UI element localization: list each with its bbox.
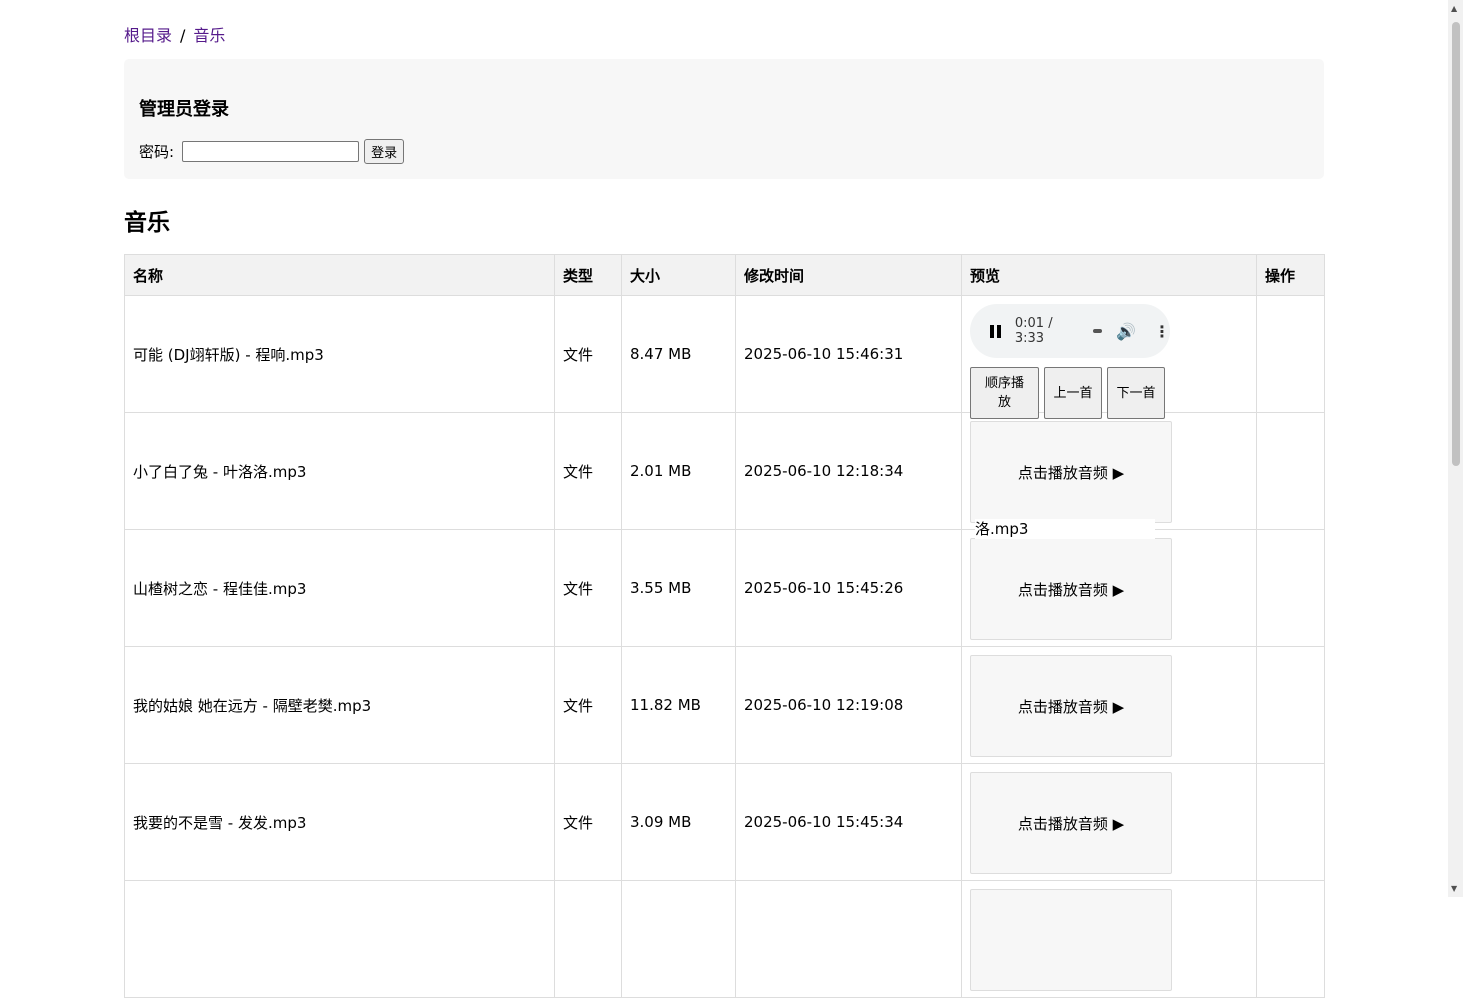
volume-icon[interactable]: 🔊 — [1116, 322, 1136, 341]
file-type: 文件 — [554, 763, 622, 881]
preview-cell: 点击播放音频 ▶ — [961, 646, 1257, 764]
file-size-partial — [621, 880, 736, 998]
play-audio-button[interactable]: 点击播放音频 ▶ — [970, 538, 1172, 640]
login-button[interactable]: 登录 — [364, 139, 405, 164]
file-type-partial — [554, 880, 622, 998]
file-type: 文件 — [554, 295, 622, 413]
column-header-type: 类型 — [554, 254, 622, 296]
breadcrumb-separator: / — [180, 26, 186, 45]
preview-cell: 点击播放音频 ▶ — [961, 529, 1257, 647]
preview-cell: 点击播放音频 ▶ — [961, 763, 1257, 881]
play-audio-button-partial[interactable] — [970, 889, 1172, 991]
actions-cell — [1256, 529, 1325, 647]
preview-cell: 点击播放音频 ▶ — [961, 412, 1257, 530]
audio-player[interactable]: 0:01 / 3:33 🔊 ⋮ — [970, 304, 1170, 358]
file-type: 文件 — [554, 412, 622, 530]
file-mtime: 2025-06-10 12:19:08 — [735, 646, 962, 764]
more-vertical-icon[interactable]: ⋮ — [1154, 322, 1170, 341]
table-row: 我的姑娘 她在远方 - 隔壁老樊.mp3 文件 11.82 MB 2025-06… — [124, 646, 1325, 764]
play-audio-button[interactable]: 点击播放音频 ▶ — [970, 655, 1172, 757]
section-title: 音乐 — [124, 210, 170, 236]
preview-cell: 0:01 / 3:33 🔊 ⋮ 顺序播放 上一首 下一首 — [961, 295, 1257, 419]
play-audio-button[interactable]: 点击播放音频 ▶ — [970, 772, 1172, 874]
file-size: 11.82 MB — [621, 646, 736, 764]
column-header-preview: 预览 — [961, 254, 1257, 296]
password-label: 密码: — [139, 143, 175, 161]
file-name-partial — [124, 880, 555, 998]
scroll-down-icon[interactable]: ▼ — [1451, 884, 1457, 893]
vertical-scrollbar[interactable]: ▲ ▼ — [1448, 0, 1463, 897]
file-type: 文件 — [554, 529, 622, 647]
progress-slider[interactable] — [1093, 329, 1103, 333]
actions-cell — [1256, 412, 1325, 530]
scrollbar-thumb[interactable] — [1452, 22, 1460, 466]
next-track-button[interactable]: 下一首 — [1107, 367, 1165, 419]
login-row: 密码: 登录 — [139, 139, 405, 164]
actions-cell — [1256, 295, 1325, 413]
file-size: 2.01 MB — [621, 412, 736, 530]
file-type: 文件 — [554, 646, 622, 764]
password-input[interactable] — [182, 141, 360, 162]
file-size: 8.47 MB — [621, 295, 736, 413]
table-header-row: 名称 类型 大小 修改时间 预览 操作 — [124, 254, 1325, 296]
player-time: 0:01 / 3:33 — [1015, 316, 1079, 346]
file-mtime: 2025-06-10 15:46:31 — [735, 295, 962, 413]
login-panel: 管理员登录 密码: 登录 — [124, 59, 1324, 179]
file-name[interactable]: 可能 (DJ翊轩版) - 程响.mp3 — [124, 295, 555, 413]
column-header-size: 大小 — [621, 254, 736, 296]
file-name[interactable]: 小了白了兔 - 叶洛洛.mp3 — [124, 412, 555, 530]
breadcrumb-root[interactable]: 根目录 — [124, 26, 172, 45]
breadcrumb-current[interactable]: 音乐 — [193, 26, 225, 45]
file-name[interactable]: 山楂树之恋 - 程佳佳.mp3 — [124, 529, 555, 647]
file-name[interactable]: 我要的不是雪 - 发发.mp3 — [124, 763, 555, 881]
login-title: 管理员登录 — [139, 99, 229, 120]
overflow-filename-fragment: 洛.mp3 — [975, 519, 1155, 539]
column-header-mtime: 修改时间 — [735, 254, 962, 296]
preview-cell — [961, 880, 1257, 998]
previous-track-button[interactable]: 上一首 — [1044, 367, 1102, 419]
file-mtime: 2025-06-10 12:18:34 — [735, 412, 962, 530]
file-size: 3.55 MB — [621, 529, 736, 647]
time-separator: / — [1048, 316, 1053, 331]
file-name[interactable]: 我的姑娘 她在远方 - 隔壁老樊.mp3 — [124, 646, 555, 764]
table-row — [124, 880, 1325, 998]
actions-cell — [1256, 763, 1325, 881]
pause-icon[interactable] — [990, 324, 1001, 338]
actions-cell — [1256, 880, 1325, 998]
column-header-name: 名称 — [124, 254, 555, 296]
scroll-up-icon[interactable]: ▲ — [1451, 4, 1457, 13]
column-header-actions: 操作 — [1256, 254, 1325, 296]
actions-cell — [1256, 646, 1325, 764]
time-total: 3:33 — [1014, 331, 1045, 346]
table-row: 小了白了兔 - 叶洛洛.mp3 文件 2.01 MB 2025-06-10 12… — [124, 412, 1325, 530]
table-row: 可能 (DJ翊轩版) - 程响.mp3 文件 8.47 MB 2025-06-1… — [124, 295, 1325, 419]
file-mtime-partial — [735, 880, 962, 998]
player-controls: 顺序播放 上一首 下一首 — [970, 367, 1165, 419]
sequential-play-button[interactable]: 顺序播放 — [970, 367, 1039, 419]
file-mtime: 2025-06-10 15:45:34 — [735, 763, 962, 881]
file-size: 3.09 MB — [621, 763, 736, 881]
time-current: 0:01 — [1014, 316, 1045, 331]
breadcrumb: 根目录 / 音乐 — [124, 22, 225, 46]
file-mtime: 2025-06-10 15:45:26 — [735, 529, 962, 647]
table-row: 山楂树之恋 - 程佳佳.mp3 文件 3.55 MB 2025-06-10 15… — [124, 529, 1325, 647]
play-audio-button[interactable]: 点击播放音频 ▶ — [970, 421, 1172, 523]
table-row: 我要的不是雪 - 发发.mp3 文件 3.09 MB 2025-06-10 15… — [124, 763, 1325, 881]
file-table: 名称 类型 大小 修改时间 预览 操作 可能 (DJ翊轩版) - 程响.mp3 … — [124, 254, 1325, 998]
